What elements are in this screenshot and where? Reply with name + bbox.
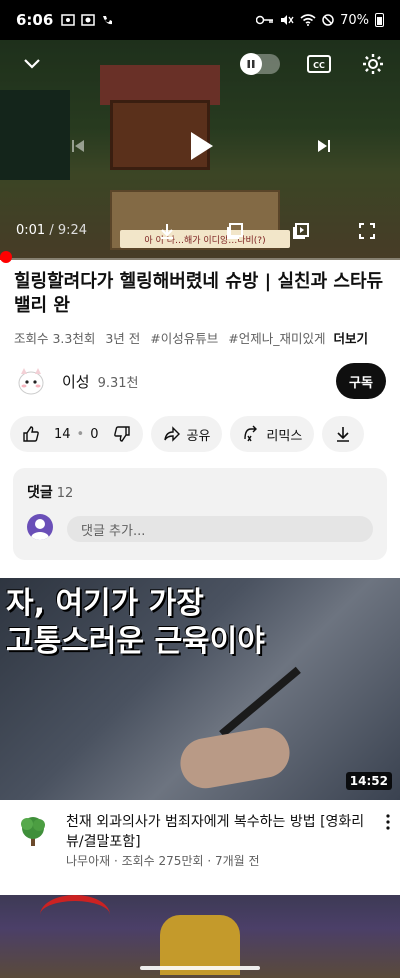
- video-thumbnail[interactable]: 자, 여기가 가장 고통스러운 근육이야 14:52: [0, 578, 400, 800]
- more-button[interactable]: 더보기: [325, 328, 368, 347]
- battery-percent: 70%: [340, 12, 369, 28]
- channel-row: 이성 9.31천 구독: [14, 360, 386, 402]
- comments-label: 댓글: [27, 485, 53, 501]
- status-bar: 6:06 70%: [0, 0, 400, 40]
- download-icon: [337, 427, 350, 442]
- play-icon[interactable]: [186, 128, 218, 164]
- video-player[interactable]: 아 이 나…해가 이디앙…다비(?) CC 0:01 / 9:24: [0, 40, 400, 260]
- comments-panel[interactable]: 댓글 12 댓글 추가...: [13, 468, 387, 560]
- thumb-caption-line1: 자, 여기가 가장: [6, 586, 204, 621]
- screenshot-icon: [61, 14, 76, 26]
- wifi-icon: [300, 14, 316, 26]
- share-button[interactable]: 공유: [150, 416, 223, 452]
- save-to-playlist-icon[interactable]: [224, 220, 246, 242]
- separator-dot: •: [76, 426, 85, 442]
- action-bar: 14 • 0 공유 리믹스: [10, 416, 400, 452]
- remix-label: 리믹스: [266, 428, 303, 444]
- current-time: 0:01: [16, 223, 46, 238]
- thumb-caption-line2: 고통스러운 근육이야: [6, 624, 265, 659]
- comments-header: 댓글 12: [27, 482, 73, 502]
- previous-video-icon: [68, 136, 88, 156]
- remix-icon: [244, 425, 258, 442]
- video-meta[interactable]: 조회수 3.3천회 3년 전 #이성유튜브 #언제나_재미있게 #스 더보기: [14, 328, 394, 347]
- thumb-scalpel: [219, 666, 301, 738]
- mute-icon: [281, 15, 294, 25]
- upload-age: 3년 전: [105, 331, 141, 346]
- thumbs-up-icon: [23, 426, 39, 442]
- next-video-icon[interactable]: [314, 136, 334, 156]
- channel-avatar[interactable]: [14, 364, 48, 398]
- more-options-icon[interactable]: [386, 814, 390, 834]
- minimize-chevron-icon[interactable]: [20, 52, 44, 76]
- subscriber-count: 9.31천: [97, 375, 139, 391]
- call-icon: [103, 16, 113, 25]
- video-info[interactable]: 천재 외과의사가 범죄자에게 복수하는 방법 [영화리뷰/결말포함] 나무아재 …: [0, 800, 400, 890]
- total-duration: / 9:24: [49, 223, 88, 238]
- video-title[interactable]: 천재 외과의사가 범죄자에게 복수하는 방법 [영화리뷰/결말포함]: [66, 812, 366, 852]
- share-icon: [163, 426, 180, 442]
- screen-record-icon: [81, 14, 96, 26]
- user-avatar: [27, 514, 53, 540]
- autoplay-pause-icon: [240, 53, 262, 75]
- notification-icons: [61, 14, 113, 26]
- download-chip[interactable]: [322, 416, 365, 452]
- like-dislike-chip: 14 • 0: [10, 416, 143, 452]
- battery-icon: [375, 13, 384, 27]
- view-count: 조회수 3.3천회: [14, 331, 96, 346]
- progress-bar[interactable]: [0, 258, 400, 260]
- fullscreen-icon[interactable]: [356, 220, 378, 242]
- key-icon: [256, 15, 274, 25]
- video-meta: 나무아재 · 조회수 275만회 · 7개월 전: [66, 854, 260, 868]
- thumb-hand: [176, 723, 294, 793]
- queue-icon[interactable]: [290, 220, 312, 242]
- dnd-icon: [322, 14, 334, 26]
- thumb-decoration: [40, 895, 110, 935]
- hashtag[interactable]: #이성유튜브: [150, 331, 218, 346]
- dislike-count: 0: [90, 426, 99, 442]
- channel-avatar[interactable]: [14, 812, 52, 850]
- hashtag[interactable]: #언제나_재미있게: [228, 331, 325, 346]
- like-button[interactable]: 14: [22, 425, 71, 443]
- video-title[interactable]: 힐링할려다가 헬링해버렸네 슈방 | 실친과 스타듀밸리 완: [14, 270, 386, 318]
- subscribe-button[interactable]: 구독: [336, 363, 386, 399]
- channel-name[interactable]: 이성: [62, 371, 90, 392]
- share-label: 공유: [186, 428, 211, 444]
- in-video-caption: 아 이 나…해가 이디앙…다비(?): [120, 230, 290, 248]
- settings-gear-icon[interactable]: [360, 51, 386, 77]
- time-display: 0:01 / 9:24: [16, 223, 87, 238]
- status-time: 6:06: [16, 11, 54, 29]
- video-duration-badge: 14:52: [345, 772, 392, 790]
- progress-scrubber[interactable]: [0, 251, 12, 263]
- thumbs-down-icon: [113, 426, 130, 442]
- svg-text:CC: CC: [313, 61, 325, 70]
- home-indicator[interactable]: [140, 966, 260, 970]
- comment-input[interactable]: 댓글 추가...: [67, 516, 373, 542]
- dislike-button[interactable]: 0: [90, 425, 130, 443]
- like-count: 14: [54, 426, 71, 442]
- comments-count: 12: [56, 486, 74, 501]
- download-icon[interactable]: [156, 220, 178, 242]
- remix-button[interactable]: 리믹스: [230, 416, 315, 452]
- captions-icon[interactable]: CC: [306, 52, 332, 76]
